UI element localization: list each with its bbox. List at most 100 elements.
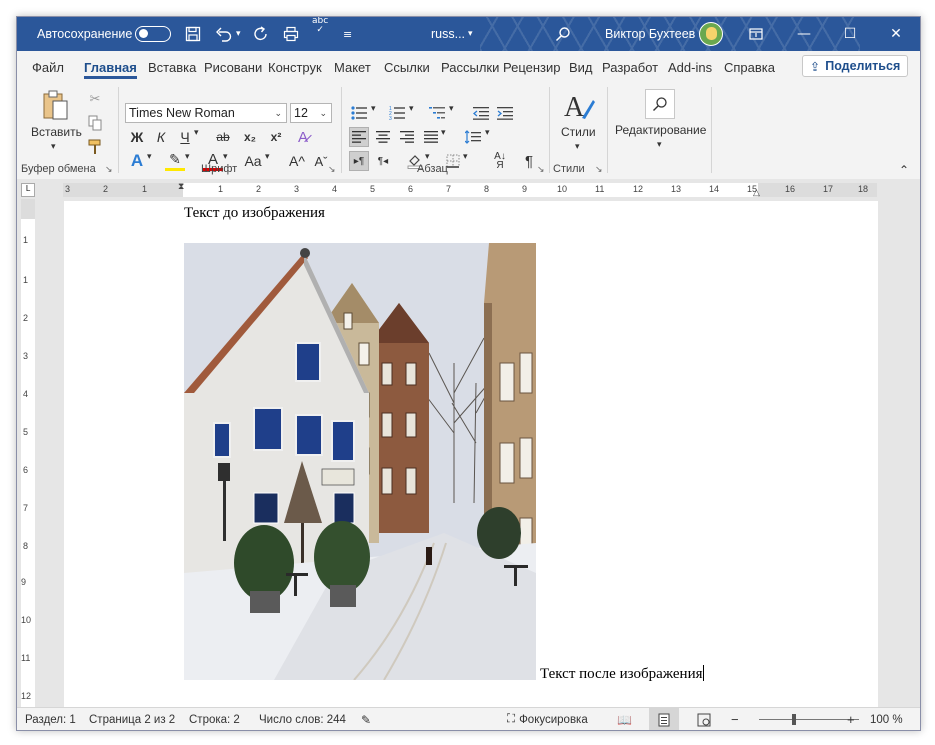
tab-mailings[interactable]: Рассылки bbox=[441, 51, 499, 83]
spelling-icon[interactable]: abc ✓ bbox=[312, 17, 328, 51]
editing-dropdown-icon[interactable]: ▾ bbox=[657, 139, 662, 150]
tab-review[interactable]: Рецензир bbox=[503, 51, 561, 83]
title-dropdown-icon[interactable]: ▾ bbox=[468, 17, 473, 51]
bold-button[interactable]: Ж bbox=[127, 127, 147, 147]
section-indicator[interactable]: Раздел: 1 bbox=[25, 708, 76, 730]
italic-button[interactable]: К bbox=[151, 127, 171, 147]
print-icon[interactable] bbox=[283, 17, 299, 51]
horizontal-ruler[interactable]: 3 2 1 1 2 3 4 5 6 7 8 9 10 11 12 13 14 1… bbox=[63, 181, 877, 198]
borders-dropdown-icon[interactable]: ▾ bbox=[463, 151, 468, 162]
undo-dropdown-icon[interactable]: ▾ bbox=[236, 17, 241, 51]
focus-mode-button[interactable]: ⛶ Фокусировка bbox=[507, 708, 588, 730]
shading-dropdown-icon[interactable]: ▾ bbox=[425, 151, 430, 162]
tab-design[interactable]: Конструк bbox=[268, 51, 322, 83]
sort-icon[interactable]: A↓ Я bbox=[489, 151, 511, 171]
text-before-image[interactable]: Текст до изображения bbox=[184, 205, 325, 222]
close-button[interactable]: ✕ bbox=[873, 17, 919, 51]
tab-addins[interactable]: Add-ins bbox=[668, 51, 712, 83]
font-launcher-icon[interactable]: ↘ bbox=[328, 165, 336, 175]
text-effects-dropdown-icon[interactable]: ▾ bbox=[147, 151, 152, 162]
zoom-out-button[interactable]: − bbox=[731, 708, 739, 730]
line-spacing-icon[interactable] bbox=[463, 127, 483, 147]
user-name[interactable]: Виктор Бухтеев bbox=[605, 17, 695, 51]
save-icon[interactable] bbox=[185, 17, 201, 51]
rtl-direction-button[interactable]: ¶◂ bbox=[373, 151, 393, 171]
font-name-combo[interactable]: Times New Roman ⌄ bbox=[125, 103, 287, 123]
strikethrough-button[interactable]: ab bbox=[211, 127, 235, 147]
line-spacing-dropdown-icon[interactable]: ▾ bbox=[485, 127, 490, 138]
underline-button[interactable]: Ч bbox=[175, 127, 195, 147]
tab-home[interactable]: Главная bbox=[84, 51, 137, 83]
highlight-dropdown-icon[interactable]: ▾ bbox=[185, 151, 190, 162]
tab-references[interactable]: Ссылки bbox=[384, 51, 430, 83]
clear-formatting-icon[interactable]: A̷ bbox=[293, 127, 313, 147]
multilevel-dropdown-icon[interactable]: ▾ bbox=[449, 103, 454, 114]
page-indicator[interactable]: Страница 2 из 2 bbox=[89, 708, 175, 730]
editing-label[interactable]: Редактирование bbox=[615, 123, 706, 137]
change-case-dropdown-icon[interactable]: ▾ bbox=[265, 151, 270, 162]
numbering-dropdown-icon[interactable]: ▾ bbox=[409, 103, 414, 114]
subscript-button[interactable]: x₂ bbox=[239, 127, 261, 147]
tab-view[interactable]: Вид bbox=[569, 51, 593, 83]
multilevel-list-icon[interactable] bbox=[427, 103, 447, 123]
tab-draw[interactable]: Рисовани bbox=[204, 51, 262, 83]
line-indicator[interactable]: Строка: 2 bbox=[189, 708, 240, 730]
read-mode-icon[interactable]: 📖 bbox=[617, 708, 632, 730]
grow-font-button[interactable]: A^ bbox=[287, 151, 307, 171]
right-indent-marker-icon[interactable]: △ bbox=[753, 187, 760, 198]
search-icon[interactable] bbox=[555, 17, 571, 51]
align-center-button[interactable] bbox=[373, 127, 393, 147]
web-layout-icon[interactable] bbox=[697, 708, 711, 730]
tab-file[interactable]: Файл bbox=[32, 51, 64, 83]
copy-icon[interactable] bbox=[85, 113, 105, 133]
tab-layout[interactable]: Макет bbox=[334, 51, 371, 83]
find-search-icon[interactable] bbox=[645, 89, 675, 119]
show-marks-icon[interactable]: ¶ bbox=[519, 151, 539, 171]
underline-dropdown-icon[interactable]: ▾ bbox=[194, 127, 199, 138]
minimize-button[interactable]: — bbox=[781, 17, 827, 51]
font-size-combo[interactable]: 12 ⌄ bbox=[290, 103, 332, 123]
paste-dropdown-icon[interactable]: ▾ bbox=[51, 141, 56, 152]
text-effects-icon[interactable]: A bbox=[127, 151, 147, 171]
increase-indent-icon[interactable] bbox=[495, 103, 515, 123]
change-case-button[interactable]: Aa bbox=[241, 151, 265, 171]
highlight-icon[interactable]: ✎ bbox=[165, 151, 185, 171]
avatar[interactable] bbox=[699, 22, 723, 46]
styles-dropdown-icon[interactable]: ▾ bbox=[575, 141, 580, 152]
paragraph-launcher-icon[interactable]: ↘ bbox=[537, 165, 545, 175]
styles-label[interactable]: Стили bbox=[561, 125, 596, 139]
styles-launcher-icon[interactable]: ↘ bbox=[595, 165, 603, 175]
tab-insert[interactable]: Вставка bbox=[148, 51, 196, 83]
align-left-button[interactable] bbox=[349, 127, 369, 147]
align-right-button[interactable] bbox=[397, 127, 417, 147]
zoom-level[interactable]: 100 % bbox=[870, 708, 903, 730]
ribbon-display-icon[interactable] bbox=[749, 17, 763, 51]
text-after-image[interactable]: Текст после изображения bbox=[540, 665, 704, 683]
paste-icon[interactable] bbox=[39, 89, 73, 123]
zoom-in-button[interactable]: + bbox=[847, 708, 855, 730]
justify-dropdown-icon[interactable]: ▾ bbox=[441, 127, 446, 138]
collapse-ribbon-icon[interactable]: ⌃ bbox=[899, 163, 909, 177]
bullets-dropdown-icon[interactable]: ▾ bbox=[371, 103, 376, 114]
maximize-button[interactable]: ☐ bbox=[827, 17, 873, 51]
clipboard-launcher-icon[interactable]: ↘ bbox=[105, 165, 113, 175]
format-painter-icon[interactable] bbox=[85, 137, 105, 157]
styles-icon[interactable]: A bbox=[561, 89, 597, 125]
undo-icon[interactable] bbox=[215, 17, 233, 51]
indent-marker-icon[interactable]: ⧗ bbox=[178, 181, 184, 192]
numbering-icon[interactable]: 123 bbox=[387, 103, 407, 123]
paste-label[interactable]: Вставить bbox=[31, 125, 82, 139]
customize-toolbar-icon[interactable]: ≡ bbox=[343, 17, 352, 51]
bullets-icon[interactable] bbox=[349, 103, 369, 123]
redo-icon[interactable] bbox=[253, 17, 269, 51]
font-color-dropdown-icon[interactable]: ▾ bbox=[223, 151, 228, 162]
justify-button[interactable] bbox=[421, 127, 441, 147]
tab-developer[interactable]: Разработ bbox=[602, 51, 658, 83]
proofing-icon[interactable]: ✎ bbox=[361, 708, 371, 730]
print-layout-button[interactable] bbox=[649, 708, 679, 730]
share-button[interactable]: ⇪ Поделиться bbox=[802, 55, 908, 77]
word-count[interactable]: Число слов: 244 bbox=[259, 708, 346, 730]
ltr-direction-button[interactable]: ▸¶ bbox=[349, 151, 369, 171]
document-title[interactable]: russ... bbox=[431, 17, 465, 51]
tab-stop-selector[interactable]: L bbox=[21, 183, 35, 197]
